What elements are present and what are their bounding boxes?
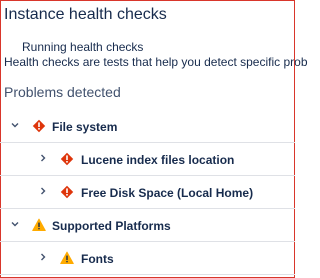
tree-row-lucene-index[interactable]: Lucene index files location — [0, 144, 295, 176]
problems-heading: Problems detected — [4, 84, 121, 100]
chevron-down-icon[interactable] — [10, 120, 20, 132]
tree-row-label: Lucene index files location — [81, 153, 235, 167]
tree-row-supported-platforms[interactable]: Supported Platforms — [0, 210, 295, 242]
error-icon — [32, 119, 46, 133]
warning-icon — [60, 251, 74, 265]
tree-row-label: Free Disk Space (Local Home) — [81, 186, 254, 200]
tree-row-label: Fonts — [81, 252, 114, 266]
running-status-text: Running health checks — [22, 40, 144, 54]
chevron-right-icon[interactable] — [38, 186, 48, 198]
chevron-right-icon[interactable] — [38, 153, 48, 165]
tree-row-free-disk-space[interactable]: Free Disk Space (Local Home) — [0, 177, 295, 209]
chevron-down-icon[interactable] — [10, 219, 20, 231]
warning-icon — [32, 218, 46, 232]
tree-row-label: Supported Platforms — [52, 219, 171, 233]
tree-row-fonts[interactable]: Fonts — [0, 243, 295, 275]
page-title: Instance health checks — [4, 6, 167, 23]
tree-row-label: File system — [52, 120, 118, 134]
description-text: Health checks are tests that help you de… — [4, 55, 308, 69]
chevron-right-icon[interactable] — [38, 252, 48, 264]
error-icon — [60, 185, 74, 199]
error-icon — [60, 152, 74, 166]
tree-row-file-system[interactable]: File system — [0, 111, 295, 143]
